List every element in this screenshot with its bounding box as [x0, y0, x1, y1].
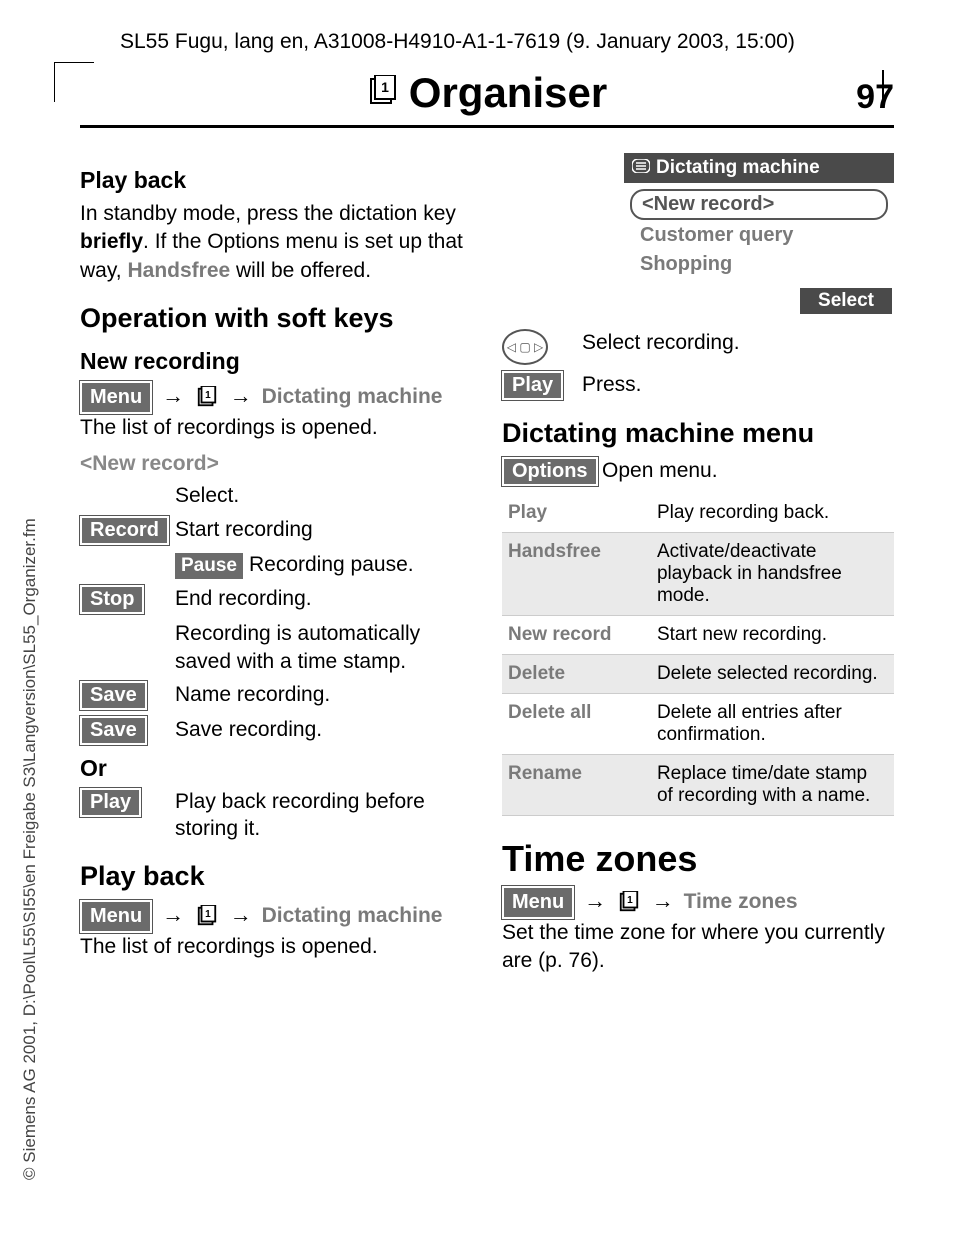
text-gray: Handsfree [127, 259, 230, 282]
menu-path-tz: Menu → 1 → Time zones [502, 886, 894, 919]
pause-desc: Pause Recording pause. [175, 551, 472, 580]
open-menu-text: Open menu. [602, 457, 894, 484]
press-text: Press. [582, 371, 894, 398]
menu-option-desc: Activate/deactivate playback in handsfre… [651, 533, 894, 616]
arrow-icon: → [230, 902, 252, 927]
stop-softkey[interactable]: Stop [80, 585, 144, 614]
select-softkey[interactable]: Select [800, 288, 892, 314]
text: will be offered. [230, 259, 371, 282]
page-title: Organiser [409, 69, 607, 117]
heading-time-zones: Time zones [502, 838, 894, 880]
menu-item-timezones: Time zones [684, 890, 798, 913]
table-row: HandsfreeActivate/deactivate playback in… [502, 533, 894, 616]
menu-softkey[interactable]: Menu [502, 886, 574, 919]
menu-softkey[interactable]: Menu [80, 900, 152, 933]
menu-option-name: New record [502, 616, 651, 655]
timezone-body: Set the time zone for where you currentl… [502, 919, 894, 976]
menu-option-name: Rename [502, 755, 651, 816]
table-row: New recordStart new recording. [502, 616, 894, 655]
menu-option-name: Play [502, 494, 651, 533]
pause-softkey[interactable]: Pause [175, 553, 243, 580]
arrow-icon: → [162, 902, 184, 927]
stop-desc: End recording. [175, 585, 472, 612]
or-heading: Or [80, 755, 472, 782]
record-softkey[interactable]: Record [80, 516, 169, 545]
menu-option-name: Handsfree [502, 533, 651, 616]
play-back-paragraph: In standby mode, press the dictation key… [80, 200, 472, 285]
menu-option-desc: Replace time/date stamp of recording wit… [651, 755, 894, 816]
record-desc: Start recording [175, 516, 472, 543]
text: In standby mode, press the dictation key [80, 202, 456, 225]
select-text: Select. [175, 482, 472, 509]
menu-option-name: Delete [502, 655, 651, 694]
options-menu-table: PlayPlay recording back. HandsfreeActiva… [502, 494, 894, 816]
save-softkey[interactable]: Save [80, 681, 147, 710]
screen-title-bar: Dictating machine [624, 153, 894, 183]
save-softkey[interactable]: Save [80, 716, 147, 745]
text: Recording pause. [249, 553, 414, 576]
nav-desc: Select recording. [582, 329, 894, 356]
nav-key-icon[interactable]: ◁ ▢ ▷ [502, 329, 548, 365]
menu-item-dictating: Dictating machine [262, 904, 443, 927]
menu-path-2: Menu → 1 → Dictating machine [80, 900, 472, 933]
organiser-icon: 1 [616, 889, 642, 915]
list-icon [632, 157, 650, 179]
stop-desc-2: Recording is automatically saved with a … [175, 620, 472, 675]
text-bold: briefly [80, 230, 143, 253]
play-before-store-desc: Play back recording before storing it. [175, 788, 472, 843]
menu-option-desc: Play recording back. [651, 494, 894, 533]
organiser-icon: 1 [194, 903, 220, 929]
save-name-desc: Name recording. [175, 681, 472, 708]
menu-softkey[interactable]: Menu [80, 381, 152, 414]
menu-option-desc: Delete selected recording. [651, 655, 894, 694]
arrow-icon: → [230, 383, 252, 408]
menu-path: Menu → 1 → Dictating machine [80, 381, 472, 414]
play-softkey[interactable]: Play [80, 788, 141, 817]
svg-text:1: 1 [381, 79, 389, 95]
screen-title-text: Dictating machine [656, 157, 820, 179]
new-record-label: <New record> [80, 452, 472, 476]
organiser-icon: 1 [194, 384, 220, 410]
document-header: SL55 Fugu, lang en, A31008-H4910-A1-1-76… [80, 30, 894, 54]
page-title-row: 1 Organiser 97 [80, 69, 894, 128]
arrow-icon: → [162, 383, 184, 408]
organiser-icon: 1 [367, 75, 399, 107]
screen-list-item[interactable]: Customer query [630, 222, 888, 249]
left-column: Play back In standby mode, press the dic… [80, 153, 472, 976]
menu-option-desc: Start new recording. [651, 616, 894, 655]
arrow-icon: → [652, 888, 674, 913]
table-row: Delete allDelete all entries after confi… [502, 694, 894, 755]
save-rec-desc: Save recording. [175, 716, 472, 743]
menu-option-desc: Delete all entries after confirmation. [651, 694, 894, 755]
right-column: Dictating machine <New record> Customer … [502, 153, 894, 976]
table-row: RenameReplace time/date stamp of recordi… [502, 755, 894, 816]
phone-screen: Dictating machine <New record> Customer … [624, 153, 894, 314]
screen-list-item[interactable]: Shopping [630, 251, 888, 278]
list-opened-text-2: The list of recordings is opened. [80, 933, 472, 961]
svg-text:1: 1 [205, 390, 211, 401]
menu-item-dictating: Dictating machine [262, 385, 443, 408]
svg-text:1: 1 [627, 895, 633, 906]
arrow-icon: → [584, 888, 606, 913]
table-row: PlayPlay recording back. [502, 494, 894, 533]
menu-option-name: Delete all [502, 694, 651, 755]
heading-dict-menu: Dictating machine menu [502, 418, 894, 449]
heading-play-back: Play back [80, 167, 472, 194]
svg-text:1: 1 [205, 909, 211, 920]
options-softkey[interactable]: Options [502, 457, 598, 486]
heading-play-back-2: Play back [80, 861, 472, 892]
table-row: DeleteDelete selected recording. [502, 655, 894, 694]
heading-new-recording: New recording [80, 348, 472, 375]
heading-operation-soft-keys: Operation with soft keys [80, 303, 472, 334]
screen-list-item-selected[interactable]: <New record> [630, 189, 888, 220]
play-softkey[interactable]: Play [502, 371, 563, 400]
list-opened-text: The list of recordings is opened. [80, 414, 472, 442]
page-number: 97 [856, 78, 894, 117]
